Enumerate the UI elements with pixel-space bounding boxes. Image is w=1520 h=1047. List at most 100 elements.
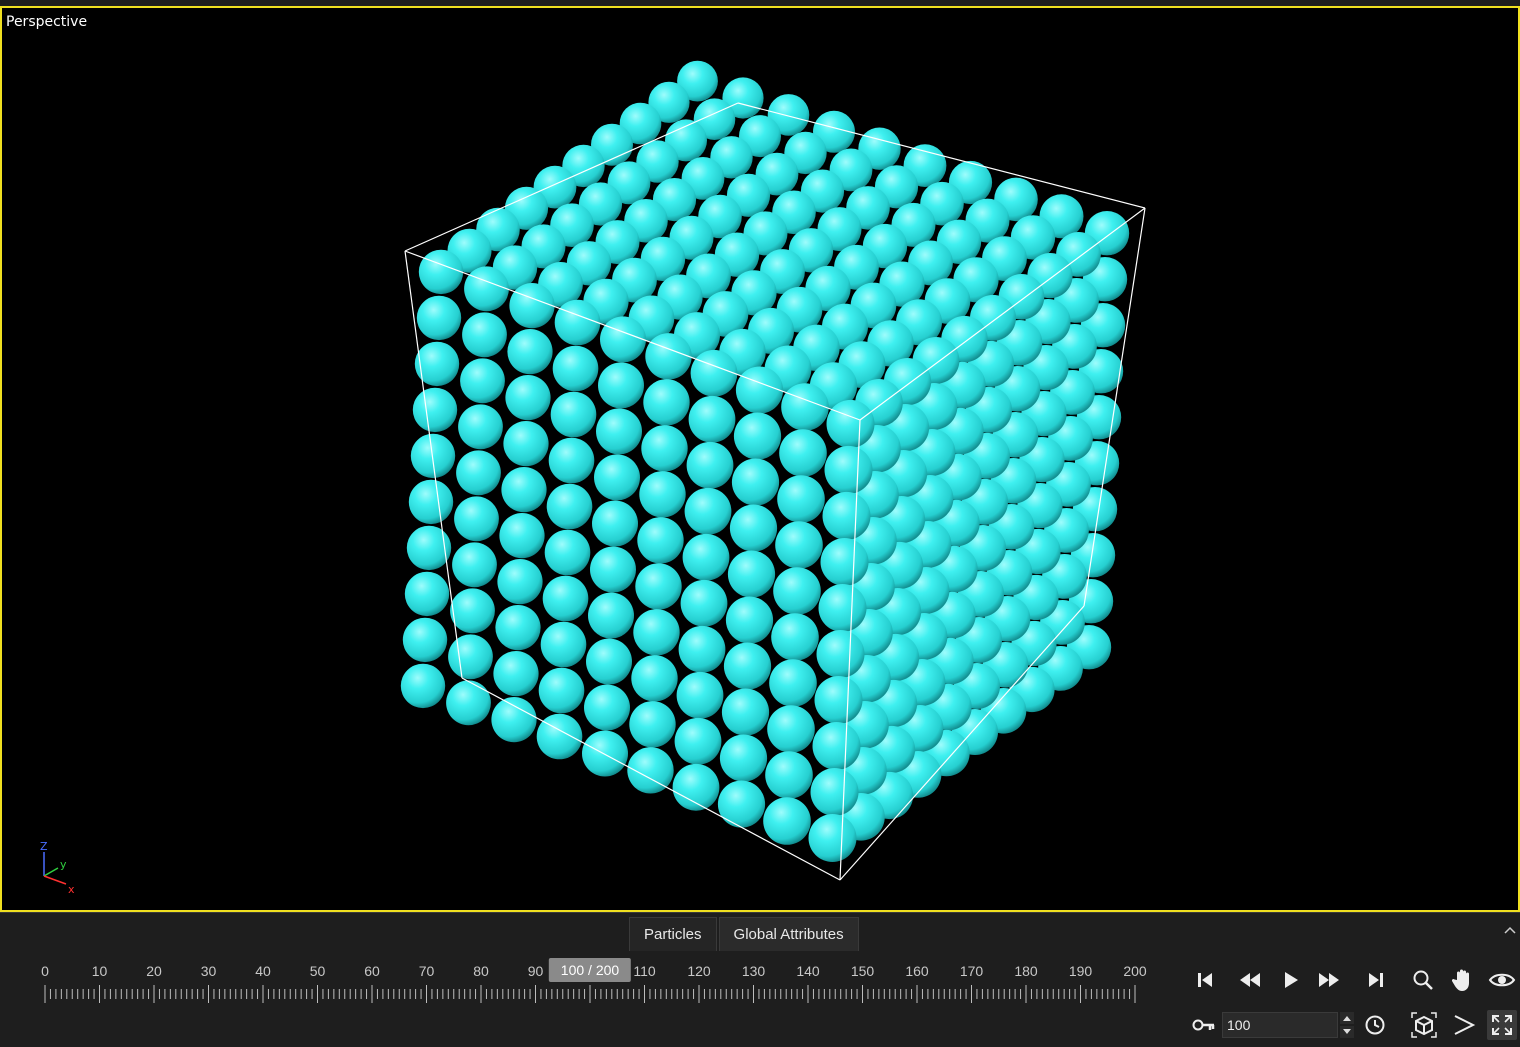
timeline-tick-label: 150	[850, 963, 875, 979]
tab-global-attributes[interactable]: Global Attributes	[718, 917, 859, 951]
particle-sphere	[497, 559, 543, 605]
particle-sphere	[765, 751, 813, 799]
particle-sphere	[814, 676, 863, 724]
rewind-icon[interactable]	[1235, 965, 1265, 995]
particle-sphere	[775, 521, 823, 569]
particle-sphere	[448, 634, 493, 680]
timeline-tick-label: 140	[796, 963, 820, 979]
particle-sphere	[680, 579, 728, 627]
maximize-icon[interactable]	[1487, 1010, 1517, 1040]
hand-icon[interactable]	[1448, 965, 1478, 995]
particle-sphere	[688, 395, 736, 443]
key-icon	[1189, 1010, 1219, 1040]
particle-sphere	[773, 567, 821, 615]
particle-sphere	[816, 630, 865, 678]
particle-sphere	[452, 542, 497, 588]
particle-sphere	[456, 450, 501, 496]
particle-sphere	[629, 701, 676, 748]
particle-sphere	[676, 671, 724, 719]
particle-sphere	[822, 491, 871, 540]
timeline-tick-label: 10	[91, 963, 108, 979]
particle-sphere	[446, 680, 491, 726]
particle-sphere	[586, 638, 632, 685]
collapse-panel-icon[interactable]	[1504, 921, 1516, 937]
particle-sphere	[690, 349, 738, 397]
cube-icon[interactable]	[1409, 1010, 1439, 1040]
particle-sphere	[499, 513, 545, 559]
particle-sphere	[594, 454, 640, 501]
particle-scene[interactable]	[2, 8, 1518, 910]
timeline-cursor[interactable]: 100 / 200	[548, 958, 632, 982]
particle-sphere	[810, 768, 859, 816]
particle-sphere	[596, 408, 642, 455]
particle-sphere	[678, 625, 726, 673]
particle-sphere	[544, 529, 591, 576]
particle-sphere	[729, 504, 778, 552]
particle-sphere	[507, 329, 553, 375]
particle-sphere	[767, 705, 815, 753]
particle-sphere	[503, 421, 549, 467]
particle-sphere	[674, 717, 722, 765]
timeline-tick-label: 50	[309, 963, 326, 979]
particle-sphere	[600, 316, 646, 363]
timeline-tick-label: 190	[1068, 963, 1093, 979]
particle-sphere	[731, 458, 780, 506]
eye-icon[interactable]	[1487, 965, 1517, 995]
particle-sphere	[501, 467, 547, 513]
particle-sphere	[584, 684, 630, 731]
axis-z-label: Z	[40, 840, 48, 853]
timeline[interactable]: 100 / 200 0 10 20 30 40 50 60 70 80 90 110 120 130 14…	[40, 953, 1147, 1013]
frame-stepper[interactable]	[1340, 1012, 1354, 1038]
timeline-tick-label: 90	[527, 963, 544, 979]
particle-sphere	[552, 345, 599, 392]
tab-particles[interactable]: Particles	[629, 917, 717, 951]
axis-gizmo: Z y x	[40, 840, 75, 896]
particle-sphere	[686, 441, 734, 489]
viewport-perspective[interactable]: Perspective Z y x	[0, 6, 1520, 912]
timeline-tick-label: 40	[255, 963, 271, 979]
particle-sphere	[460, 358, 505, 404]
particle-sphere	[410, 433, 456, 479]
particle-sphere	[546, 483, 593, 530]
search-icon[interactable]	[1408, 965, 1438, 995]
particle-sphere	[505, 375, 551, 421]
viewport-label: Perspective	[6, 14, 88, 30]
timeline-ruler[interactable]	[40, 985, 1140, 1003]
fast-forward-icon[interactable]	[1314, 965, 1344, 995]
particle-sphere	[454, 496, 499, 542]
particle-sphere	[491, 697, 537, 743]
play-icon[interactable]	[1276, 965, 1306, 995]
clock-icon[interactable]	[1360, 1010, 1390, 1040]
particle-sphere	[645, 333, 692, 380]
timeline-tick-label: 120	[687, 963, 711, 979]
particle-sphere	[808, 814, 857, 862]
particle-sphere	[769, 659, 817, 707]
timeline-tick-label: 70	[418, 963, 435, 979]
timeline-tick-label: 160	[905, 963, 929, 979]
particle-sphere	[542, 575, 589, 622]
particle-sphere	[418, 249, 464, 295]
timeline-tick-label: 170	[959, 963, 984, 979]
particle-sphere	[462, 312, 507, 358]
particle-sphere	[631, 655, 678, 702]
particle-spheres	[400, 60, 1130, 862]
particle-sphere	[408, 479, 454, 525]
particle-sphere	[588, 592, 634, 639]
particle-sphere	[404, 571, 450, 617]
particle-sphere	[509, 283, 555, 329]
particle-sphere	[635, 563, 682, 610]
skip-to-end-icon[interactable]	[1361, 965, 1391, 995]
particle-sphere	[684, 487, 732, 535]
particle-sphere	[414, 341, 460, 387]
perspective-icon[interactable]	[1449, 1010, 1479, 1040]
timeline-tick-label: 130	[741, 963, 766, 979]
particle-sphere	[641, 425, 688, 472]
particle-sphere	[592, 500, 638, 547]
skip-to-start-icon[interactable]	[1190, 965, 1220, 995]
particle-sphere	[495, 605, 541, 651]
frame-input[interactable]: 100	[1222, 1012, 1338, 1038]
particle-sphere	[536, 713, 583, 760]
particle-sphere	[590, 546, 636, 593]
particle-sphere	[582, 730, 628, 777]
particle-sphere	[779, 429, 827, 477]
